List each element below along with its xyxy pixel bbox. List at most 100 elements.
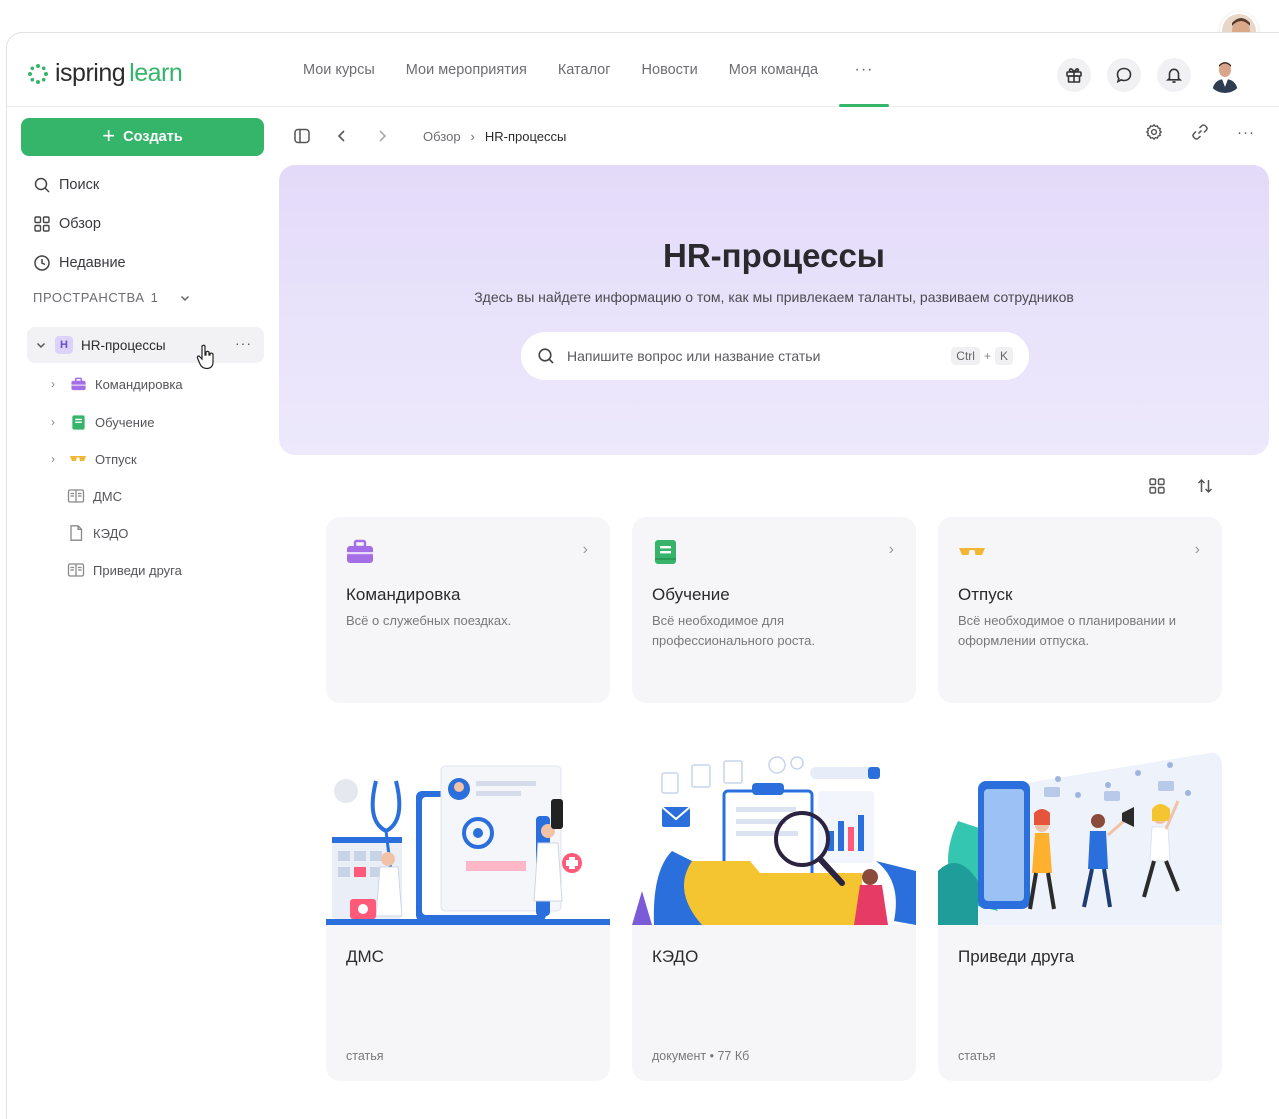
breadcrumb-current: HR-процессы bbox=[484, 128, 567, 144]
tree-item-label: Отпуск bbox=[95, 451, 137, 467]
chevron-right-icon: › bbox=[51, 452, 55, 466]
breadcrumb: Обзор › HR-процессы bbox=[423, 129, 566, 144]
breadcrumb-overview[interactable]: Обзор bbox=[423, 129, 461, 144]
nav-my-events[interactable]: Мои мероприятия bbox=[406, 33, 527, 107]
sidebar-recent[interactable]: Недавние bbox=[33, 254, 126, 272]
space-search-input[interactable] bbox=[567, 348, 940, 364]
tree-root-label: HR-процессы bbox=[81, 337, 166, 353]
notifications-button[interactable] bbox=[1157, 58, 1191, 92]
tree-leaf-kedo[interactable]: КЭДО bbox=[67, 524, 128, 542]
article-card-kedo[interactable]: КЭДО документ • 77 Кб bbox=[632, 751, 916, 1081]
gift-icon bbox=[1066, 68, 1082, 83]
tree-leaf-label: Приведи друга bbox=[93, 562, 182, 578]
user-avatar[interactable] bbox=[1207, 57, 1243, 93]
folder-card-learning[interactable]: › Обучение Всё необходимое для профессио… bbox=[632, 517, 916, 703]
tree-item-learning[interactable]: › Обучение bbox=[51, 413, 154, 431]
link-icon[interactable] bbox=[1191, 123, 1209, 141]
article-card-refer-friend[interactable]: Приведи друга статья bbox=[938, 751, 1222, 1081]
article-card-meta: документ • 77 Кб bbox=[652, 1049, 750, 1063]
tree-item-business-trip[interactable]: › Командировка bbox=[51, 375, 183, 393]
documents-illustration-icon bbox=[632, 751, 916, 925]
sidebar-search[interactable]: Поиск bbox=[33, 176, 99, 194]
logo-text-learn: learn bbox=[129, 59, 183, 87]
bell-icon bbox=[1165, 68, 1183, 83]
folder-card-business-trip[interactable]: › Командировка Всё о служебных поездках. bbox=[326, 517, 610, 703]
article-icon bbox=[67, 563, 85, 577]
nav-catalog[interactable]: Каталог bbox=[558, 33, 611, 107]
kbd-plus: + bbox=[983, 349, 991, 363]
content-toolbar: Обзор › HR-процессы ··· bbox=[293, 123, 1255, 149]
settings-gear-icon[interactable] bbox=[1145, 123, 1163, 141]
nav-my-courses[interactable]: Мои курсы bbox=[303, 33, 375, 107]
folder-card-vacation[interactable]: › Отпуск Всё необходимое о планировании … bbox=[938, 517, 1222, 703]
back-arrow-icon[interactable] bbox=[333, 127, 351, 145]
kbd-ctrl: Ctrl bbox=[951, 347, 980, 365]
logo-mark-icon bbox=[28, 63, 48, 84]
tree-item-label: Командировка bbox=[95, 376, 183, 392]
logo-text-ispring: ispring bbox=[55, 59, 126, 87]
briefcase-icon bbox=[347, 539, 373, 563]
folder-card-description: Всё о служебных поездках. bbox=[346, 613, 512, 628]
toolbar-actions: ··· bbox=[1145, 123, 1255, 141]
chevron-right-icon: › bbox=[582, 541, 588, 558]
nav-my-team[interactable]: Моя команда bbox=[729, 33, 818, 107]
plus-icon: + bbox=[102, 123, 116, 148]
hand-cursor-icon bbox=[196, 344, 214, 370]
search-icon bbox=[34, 177, 50, 193]
tree-item-vacation[interactable]: › Отпуск bbox=[51, 450, 137, 468]
article-card-dms[interactable]: ДМС статья bbox=[326, 751, 610, 1081]
page-title: HR-процессы bbox=[663, 237, 885, 274]
chevron-right-icon: › bbox=[888, 541, 894, 558]
nav-more-button[interactable]: ··· bbox=[839, 33, 890, 107]
book-icon bbox=[69, 413, 87, 431]
nav-news[interactable]: Новости bbox=[642, 33, 698, 107]
space-description: Здесь вы найдете информацию о том, как м… bbox=[474, 289, 1074, 305]
folder-card-description: Всё необходимое о планировании и оформле… bbox=[958, 613, 1176, 648]
folder-card-description: Всё необходимое для профессионального ро… bbox=[652, 613, 816, 648]
tree-item-label: Обучение bbox=[95, 414, 155, 430]
chat-button[interactable] bbox=[1107, 58, 1141, 92]
sort-icon[interactable] bbox=[1196, 477, 1214, 495]
app-window: ispring learn Мои курсы Мои мероприятия К… bbox=[6, 32, 1279, 1119]
chevron-down-icon bbox=[181, 295, 190, 301]
sunglasses-icon bbox=[959, 548, 985, 555]
tree-leaf-label: ДМС bbox=[93, 488, 123, 504]
space-badge: H bbox=[55, 336, 73, 354]
spaces-label: ПРОСТРАНСТВА bbox=[33, 290, 145, 305]
forward-arrow-icon[interactable] bbox=[373, 127, 391, 145]
chevron-down-icon bbox=[36, 342, 46, 349]
tree-leaf-dms[interactable]: ДМС bbox=[67, 487, 122, 505]
sidebar-overview-label: Обзор bbox=[59, 216, 101, 232]
kbd-k: K bbox=[994, 347, 1013, 365]
create-button[interactable]: + Создать bbox=[21, 118, 264, 156]
grid-view-icon[interactable] bbox=[1148, 477, 1166, 495]
sidebar-toggle-icon[interactable] bbox=[293, 127, 311, 145]
tree-leaf-label: КЭДО bbox=[93, 525, 129, 541]
folder-card-title: Отпуск bbox=[958, 585, 1013, 604]
chevron-right-icon: › bbox=[51, 377, 55, 391]
ispring-logo[interactable]: ispring learn bbox=[27, 59, 183, 88]
top-header: ispring learn Мои курсы Мои мероприятия К… bbox=[7, 33, 1279, 107]
tree-leaf-refer-friend[interactable]: Приведи друга bbox=[67, 561, 182, 579]
user-photo-icon bbox=[1212, 62, 1238, 93]
sidebar-search-label: Поиск bbox=[59, 177, 100, 193]
tree-root-hr-processes[interactable]: H HR-процессы ··· bbox=[27, 327, 264, 363]
medical-illustration-icon bbox=[326, 751, 610, 925]
book-icon bbox=[655, 540, 676, 564]
space-search-box[interactable]: Ctrl + K bbox=[521, 332, 1029, 380]
nav-active-indicator bbox=[839, 104, 890, 107]
chevron-right-icon: › bbox=[51, 415, 55, 429]
article-card-title: Приведи друга bbox=[958, 947, 1075, 966]
spaces-section-toggle[interactable]: ПРОСТРАНСТВА 1 bbox=[33, 290, 192, 305]
more-options-icon[interactable]: ··· bbox=[1237, 124, 1255, 141]
spaces-count: 1 bbox=[150, 290, 159, 305]
folder-card-title: Командировка bbox=[346, 585, 461, 604]
article-card-meta: статья bbox=[346, 1049, 384, 1063]
sidebar-overview[interactable]: Обзор bbox=[33, 215, 101, 233]
tree-root-more-button[interactable]: ··· bbox=[235, 335, 252, 351]
keyboard-shortcut-hint: Ctrl + K bbox=[951, 347, 1013, 365]
people-illustration-icon bbox=[938, 751, 1222, 925]
create-button-label: Создать bbox=[123, 129, 183, 145]
chat-bubble-icon bbox=[1116, 67, 1132, 84]
gift-button[interactable] bbox=[1057, 58, 1091, 92]
